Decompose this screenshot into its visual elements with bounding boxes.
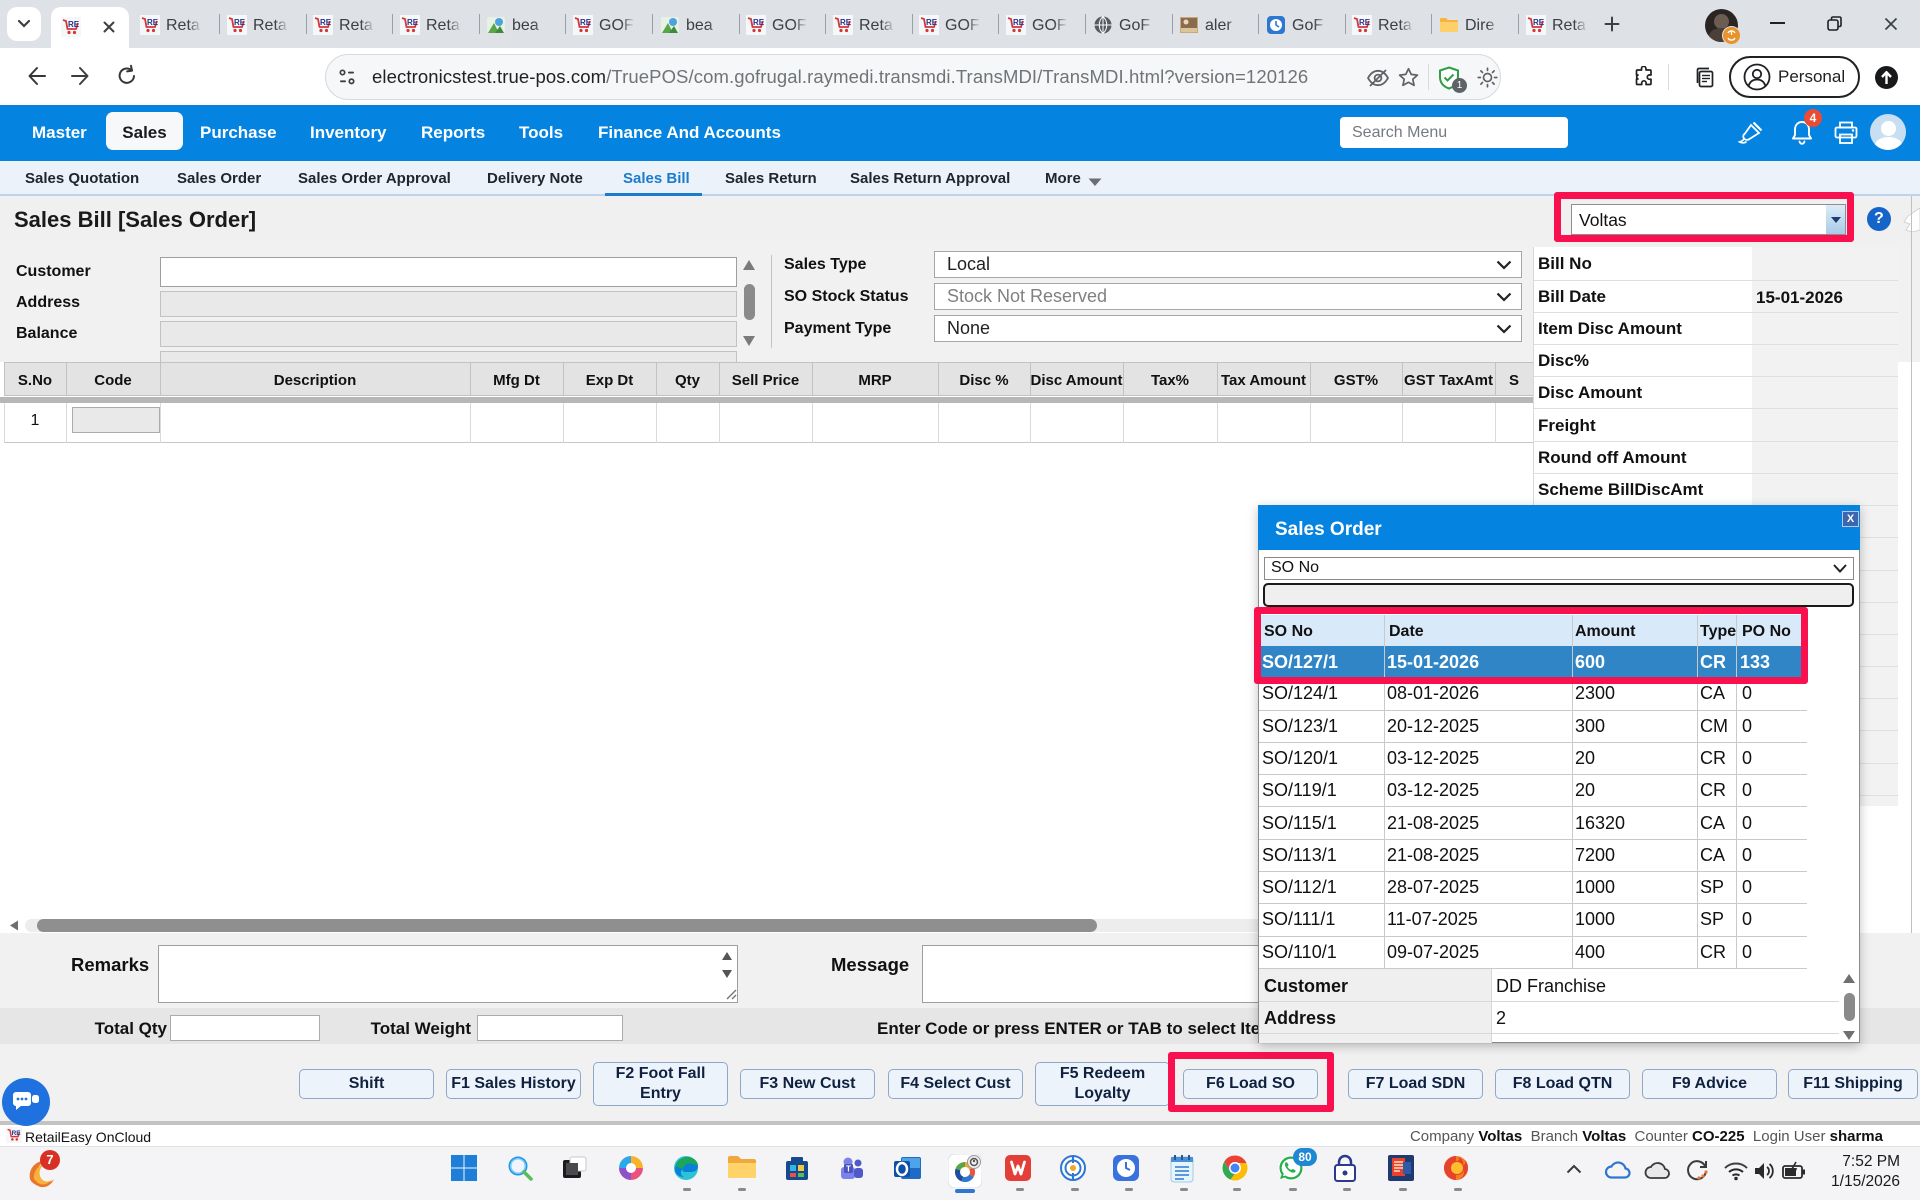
- svg-text:RE: RE: [840, 18, 852, 27]
- svg-text:RE: RE: [68, 20, 80, 29]
- svg-text:RE: RE: [580, 18, 592, 27]
- svg-text:RE: RE: [407, 18, 419, 27]
- svg-text:RE: RE: [926, 18, 938, 27]
- svg-text:RE: RE: [147, 18, 159, 27]
- svg-text:RE: RE: [1533, 18, 1545, 27]
- svg-text:T: T: [846, 1165, 851, 1174]
- svg-text:RE: RE: [12, 1130, 22, 1137]
- svg-text:RE: RE: [234, 18, 246, 27]
- svg-text:RE: RE: [1013, 18, 1025, 27]
- svg-text:RE: RE: [1359, 18, 1371, 27]
- svg-text:RE: RE: [320, 18, 332, 27]
- svg-text:RE: RE: [753, 18, 765, 27]
